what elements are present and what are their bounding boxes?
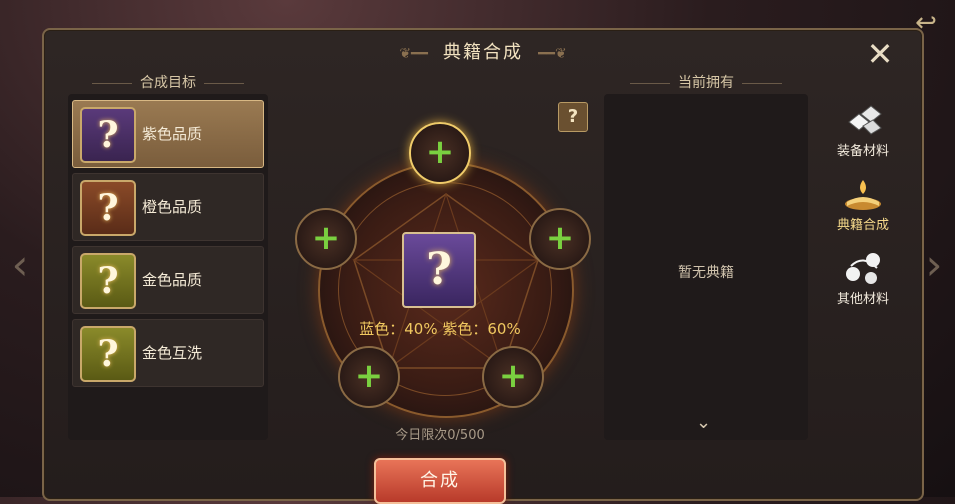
chevron-right-icon[interactable]: › <box>922 240 946 290</box>
target-item-gold[interactable]: ? 金色品质 <box>72 246 264 314</box>
question-mark-icon: ? <box>80 107 136 163</box>
ornament-right-icon: ━━❦ <box>538 46 567 62</box>
tab-label: 装备材料 <box>836 144 889 159</box>
tab-book-synthesis[interactable]: 典籍合成 <box>826 174 900 248</box>
question-mark-icon: ? <box>80 326 136 382</box>
material-slot-top[interactable]: + <box>409 122 471 184</box>
close-icon[interactable]: ✕ <box>862 36 898 72</box>
equipment-material-icon <box>848 105 882 135</box>
target-item-orange[interactable]: ? 橙色品质 <box>72 173 264 241</box>
title-bar: ❦━━ 典籍合成 ━━❦ <box>44 38 922 64</box>
material-slot-left[interactable]: + <box>295 208 357 270</box>
target-section-header: 合成目标 <box>68 72 268 92</box>
tab-other-material[interactable]: 其他材料 <box>826 248 900 322</box>
synthesize-button[interactable]: 合成 <box>374 458 506 504</box>
owned-section-header: 当前拥有 <box>604 72 808 92</box>
target-item-purple[interactable]: ? 紫色品质 <box>72 100 264 168</box>
tab-equipment-material[interactable]: 装备材料 <box>826 100 900 174</box>
target-item-label: 橙色品质 <box>142 198 203 216</box>
target-item-label: 金色品质 <box>142 271 203 289</box>
category-tabs: 装备材料 典籍合成 其他材料 <box>826 100 900 322</box>
daily-limit: 今日限次0/500 <box>395 428 485 443</box>
material-slot-bottom-left[interactable]: + <box>338 346 400 408</box>
material-slot-bottom-right[interactable]: + <box>482 346 544 408</box>
page-title: 典籍合成 <box>443 42 523 63</box>
synthesis-panel: ❦━━ 典籍合成 ━━❦ ✕ 合成目标 ? 紫色品质 ? 橙色品质 ? 金色品质… <box>42 28 924 504</box>
question-mark-icon: ? <box>80 253 136 309</box>
quality-rates: 蓝色：40% 紫色：60% <box>359 320 521 338</box>
result-item-icon: ? <box>402 232 476 308</box>
ornament-left-icon: ❦━━ <box>399 46 428 62</box>
tab-label: 典籍合成 <box>836 218 889 233</box>
chevron-left-icon[interactable]: ‹ <box>8 240 32 290</box>
book-synthesis-icon <box>845 180 881 210</box>
owned-list: 暂无典籍 ⌄ <box>604 94 808 440</box>
target-header-label: 合成目标 <box>140 75 196 91</box>
tab-label: 其他材料 <box>836 292 889 307</box>
other-material-icon <box>846 253 880 284</box>
target-list: ? 紫色品质 ? 橙色品质 ? 金色品质 ? 金色互洗 <box>68 94 268 440</box>
material-slot-right[interactable]: + <box>529 208 591 270</box>
target-item-gold-reroll[interactable]: ? 金色互洗 <box>72 319 264 387</box>
owned-header-label: 当前拥有 <box>678 75 734 91</box>
target-item-label: 金色互洗 <box>142 344 203 362</box>
chevron-down-icon[interactable]: ⌄ <box>696 412 711 433</box>
target-item-label: 紫色品质 <box>142 125 203 143</box>
question-mark-icon: ? <box>80 180 136 236</box>
help-button[interactable]: ? <box>558 102 588 132</box>
empty-message: 暂无典籍 <box>678 265 734 281</box>
